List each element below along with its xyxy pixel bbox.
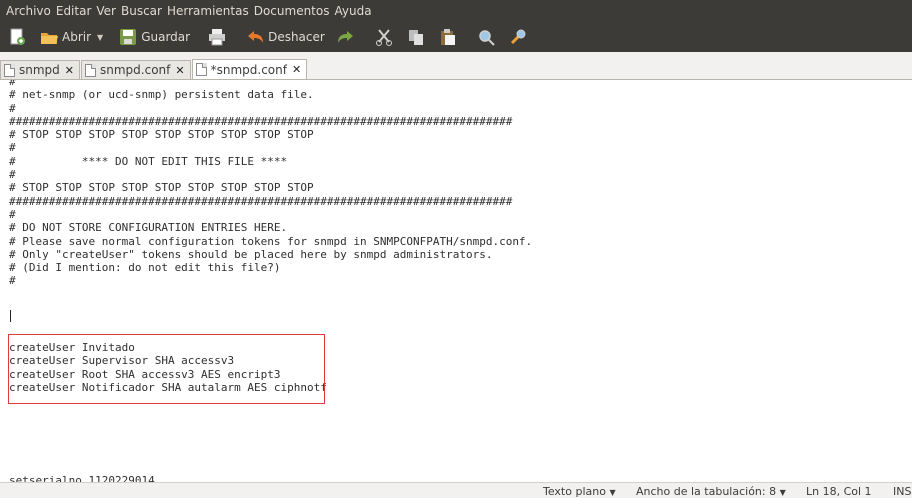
redo-button[interactable] (337, 28, 359, 46)
tab-label: snmpd (19, 63, 60, 77)
chevron-down-icon[interactable]: ▼ (97, 33, 103, 42)
insert-mode: INS (893, 485, 912, 498)
print-icon (208, 28, 226, 46)
undo-icon (246, 28, 264, 46)
code-line: # net-snmp (or ucd-snmp) persistent data… (9, 88, 314, 102)
chevron-down-icon: ▼ (779, 488, 786, 497)
open-button[interactable]: Abrir ▼ (40, 28, 109, 46)
menu-item-buscar[interactable]: Buscar (121, 4, 162, 18)
menu-item-herramientas[interactable]: Herramientas (167, 4, 249, 18)
undo-button[interactable]: Deshacer (246, 28, 327, 46)
document-tabs: snmpd ✕ snmpd.conf ✕ *snmpd.conf ✕ (0, 59, 912, 80)
tab-width-selector[interactable]: Ancho de la tabulación: 8 ▼ (636, 485, 786, 498)
code-line: # (9, 101, 16, 115)
search-icon (477, 28, 495, 46)
print-button[interactable] (208, 28, 230, 46)
tab-snmpd-conf[interactable]: snmpd.conf ✕ (81, 60, 191, 79)
save-icon (119, 28, 137, 46)
tab-label: snmpd.conf (100, 63, 171, 77)
code-line: setserialno 1120229014 (9, 473, 155, 482)
tab-snmpd-conf-modified[interactable]: *snmpd.conf ✕ (191, 59, 308, 79)
copy-button[interactable] (407, 28, 429, 46)
replace-button[interactable] (509, 28, 531, 46)
code-line: # (9, 207, 16, 221)
editor-text[interactable]: # # net-snmp (or ucd-snmp) persistent dat… (0, 80, 532, 482)
syntax-selector[interactable]: Texto plano ▼ (543, 485, 616, 498)
paste-icon (439, 28, 457, 46)
code-line: # Please save normal configuration token… (9, 234, 533, 248)
highlight-box (8, 334, 325, 404)
close-icon[interactable]: ✕ (175, 64, 184, 77)
redo-icon (337, 28, 355, 46)
save-label: Guardar (141, 30, 191, 44)
chevron-down-icon: ▼ (609, 488, 616, 497)
undo-label: Deshacer (268, 30, 325, 44)
code-line: # Only "createUser" tokens should be pla… (9, 247, 493, 261)
new-document-icon (8, 28, 26, 46)
menu-item-ayuda[interactable]: Ayuda (334, 4, 371, 18)
cursor-position: Ln 18, Col 1 (806, 485, 872, 498)
code-line: ########################################… (9, 114, 513, 128)
close-icon[interactable]: ✕ (65, 64, 74, 77)
menu-item-ver[interactable]: Ver (96, 4, 116, 18)
menu-item-editar[interactable]: Editar (56, 4, 92, 18)
text-cursor (10, 310, 11, 322)
document-icon (85, 63, 96, 77)
code-line: # DO NOT STORE CONFIGURATION ENTRIES HER… (9, 221, 288, 235)
menu-bar: Archivo Editar Ver Buscar Herramientas Docume… (0, 0, 912, 22)
code-line: # STOP STOP STOP STOP STOP STOP STOP STO… (9, 181, 314, 195)
document-icon (195, 63, 207, 76)
copy-icon (407, 28, 425, 46)
cut-button[interactable] (375, 28, 397, 46)
code-line: # **** DO NOT EDIT THIS FILE **** (9, 154, 288, 168)
tab-snmpd[interactable]: snmpd ✕ (0, 60, 80, 79)
search-button[interactable] (477, 28, 499, 46)
menu-item-archivo[interactable]: Archivo (6, 4, 51, 18)
code-line: # (9, 141, 16, 155)
syntax-label: Texto plano (543, 485, 606, 498)
tab-width-label: Ancho de la tabulación: 8 (636, 485, 777, 498)
tab-label: *snmpd.conf (210, 62, 287, 77)
cut-icon (375, 28, 393, 46)
code-line: # STOP STOP STOP STOP STOP STOP STOP STO… (9, 128, 314, 142)
close-icon[interactable]: ✕ (292, 63, 301, 76)
code-line: # (Did I mention: do not edit this file?… (9, 261, 281, 275)
open-label: Abrir (62, 30, 92, 44)
save-button[interactable]: Guardar (119, 28, 192, 46)
folder-open-icon (40, 28, 58, 46)
document-icon (4, 63, 15, 77)
text-editor[interactable]: # # net-snmp (or ucd-snmp) persistent dat… (0, 80, 912, 482)
code-line: # (9, 274, 16, 288)
code-line: # (9, 80, 16, 88)
replace-icon (509, 28, 527, 46)
paste-button[interactable] (439, 28, 461, 46)
menu-item-documentos[interactable]: Documentos (254, 4, 330, 18)
toolbar: Abrir ▼ Guardar Deshacer (0, 22, 912, 52)
new-button[interactable] (8, 28, 30, 46)
code-line: ########################################… (9, 194, 513, 208)
code-line: # (9, 168, 16, 182)
status-bar: Texto plano ▼ Ancho de la tabulación: 8 … (0, 482, 912, 498)
